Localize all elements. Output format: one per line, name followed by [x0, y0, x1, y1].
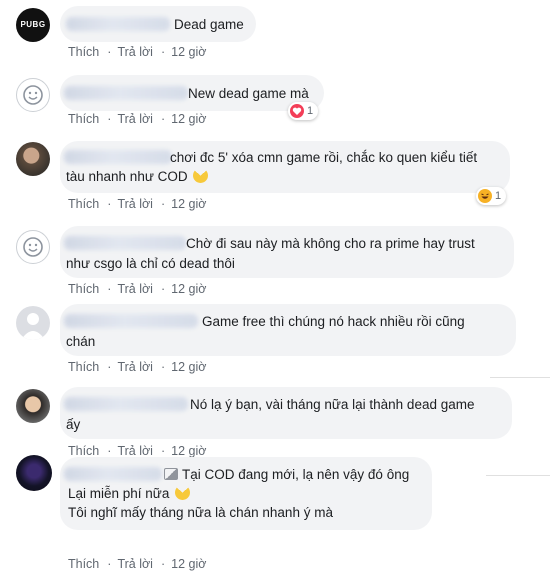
like-link[interactable]: Thích [68, 45, 99, 59]
reply-link[interactable]: Trả lời [117, 360, 153, 374]
comment-bubble: Game free thì chúng nó hack nhiều rồi cũ… [60, 304, 516, 356]
reply-link[interactable]: Trả lời [117, 197, 153, 211]
reaction-count: 1 [307, 105, 314, 117]
reaction-badge[interactable]: 1 [288, 102, 319, 120]
laugh-emoji-icon [478, 189, 492, 203]
separator-dot: · [107, 45, 112, 59]
blurred-author-name[interactable] [64, 150, 172, 164]
avatar-face-icon [23, 85, 43, 105]
reply-link[interactable]: Trả lời [117, 112, 153, 126]
like-link[interactable]: Thích [68, 282, 99, 296]
reply-link[interactable]: Trả lời [117, 444, 153, 458]
blurred-author-name[interactable] [64, 397, 188, 411]
reaction-count: 1 [495, 190, 502, 202]
comment-text-line-2: như csgo là chỉ có dead thôi [66, 256, 235, 271]
avatar-default[interactable] [16, 78, 50, 112]
divider [486, 475, 550, 476]
reply-link[interactable]: Trả lời [117, 282, 153, 296]
avatar-placeholder[interactable] [16, 306, 50, 340]
avatar-pubg[interactable]: PUBG [16, 8, 50, 42]
like-link[interactable]: Thích [68, 197, 99, 211]
separator-dot: · [107, 557, 112, 571]
avatar-logo-text: PUBG [20, 20, 46, 29]
comment-text-line-1: Chờ đi sau này mà không cho ra prime hay… [186, 236, 475, 251]
separator-dot: · [160, 282, 166, 296]
separator-dot: · [107, 360, 112, 374]
separator-dot: · [107, 112, 112, 126]
separator-dot: · [160, 444, 166, 458]
comment-text-line-2: tàu nhanh như COD [66, 167, 209, 186]
timestamp[interactable]: 12 giờ [171, 282, 206, 296]
comment-actions: Thích · Trả lời · 12 giờ [68, 45, 214, 59]
reply-link[interactable]: Trả lời [117, 557, 153, 571]
separator-dot: · [160, 112, 166, 126]
comment-text-line-2-content: Lại miễn phí nữa [68, 486, 170, 501]
comment-bubble: Tại COD đang mới, lạ nên vậy đó ông Lại … [60, 457, 432, 530]
comment-text-line-2-content: tàu nhanh như COD [66, 169, 188, 184]
separator-dot: · [107, 282, 112, 296]
comment-text-line-2: chán [66, 334, 96, 349]
reply-link[interactable]: Trả lời [117, 45, 153, 59]
timestamp[interactable]: 12 giờ [171, 557, 206, 571]
comment-text-line-1: Tại COD đang mới, lạ nên vậy đó ông [164, 465, 409, 484]
timestamp[interactable]: 12 giờ [171, 112, 206, 126]
avatar-default[interactable] [16, 230, 50, 264]
comment-bubble: chơi đc 5' xóa cmn game rồi, chắc ko que… [60, 141, 510, 193]
avatar-photo[interactable] [16, 142, 50, 176]
comment-actions: Thích · Trả lời · 12 giờ [68, 360, 214, 374]
separator-dot: · [160, 360, 166, 374]
timestamp[interactable]: 12 giờ [171, 197, 206, 211]
separator-dot: · [107, 444, 112, 458]
separator-dot: · [107, 197, 112, 211]
comment-bubble: Nó lạ ý bạn, vài tháng nữa lại thành dea… [60, 387, 512, 439]
separator-dot: · [160, 557, 166, 571]
image-icon [164, 468, 178, 480]
comment-actions: Thích · Trả lời · 12 giờ [68, 112, 214, 126]
avatar-photo[interactable] [16, 389, 50, 423]
separator-dot: · [160, 197, 166, 211]
like-link[interactable]: Thích [68, 444, 99, 458]
comment-bubble: Chờ đi sau này mà không cho ra prime hay… [60, 226, 514, 278]
comment-text: New dead game mà [188, 86, 309, 101]
heart-icon [290, 104, 304, 118]
comment-text: Dead game [174, 17, 244, 32]
avatar-photo[interactable] [16, 455, 52, 491]
timestamp[interactable]: 12 giờ [171, 45, 206, 59]
divider [490, 377, 550, 378]
reaction-badge[interactable]: 1 [476, 187, 507, 205]
blurred-author-name[interactable] [64, 467, 162, 481]
blurred-author-name[interactable] [64, 86, 188, 100]
timestamp[interactable]: 12 giờ [171, 360, 206, 374]
comment-bubble: New dead game mà [60, 75, 324, 111]
comment-text-line-1: Game free thì chúng nó hack nhiều rồi cũ… [202, 314, 465, 329]
comment-actions: Thích · Trả lời · 12 giờ [68, 282, 214, 296]
blurred-author-name[interactable] [64, 236, 186, 250]
comment-text-line-1-content: Tại COD đang mới, lạ nên vậy đó ông [182, 467, 410, 482]
comment-actions: Thích · Trả lời · 12 giờ [68, 197, 214, 211]
comment-actions: Thích · Trả lời · 12 giờ [68, 557, 214, 571]
default-user-icon [21, 313, 45, 340]
comment-text-line-1: chơi đc 5' xóa cmn game rồi, chắc ko que… [170, 150, 478, 165]
like-link[interactable]: Thích [68, 557, 99, 571]
like-link[interactable]: Thích [68, 360, 99, 374]
blurred-author-name[interactable] [66, 17, 170, 31]
comment-bubble: Dead game [60, 6, 256, 42]
avatar-face-icon [23, 237, 43, 257]
comment-text-line-2: Lại miễn phí nữa [68, 484, 191, 503]
separator-dot: · [160, 45, 166, 59]
comment-text-line-3: Tôi nghĩ mấy tháng nữa là chán nhanh ý m… [68, 505, 333, 520]
comment-actions: Thích · Trả lời · 12 giờ [68, 444, 214, 458]
like-link[interactable]: Thích [68, 112, 99, 126]
blurred-author-name[interactable] [64, 314, 198, 328]
timestamp[interactable]: 12 giờ [171, 444, 206, 458]
pacman-emoji-icon [193, 168, 209, 183]
pacman-emoji-icon [175, 485, 191, 500]
comment-text-line-1: Nó lạ ý bạn, vài tháng nữa lại thành dea… [190, 397, 475, 412]
comment-text-line-2: ấy [66, 417, 81, 432]
